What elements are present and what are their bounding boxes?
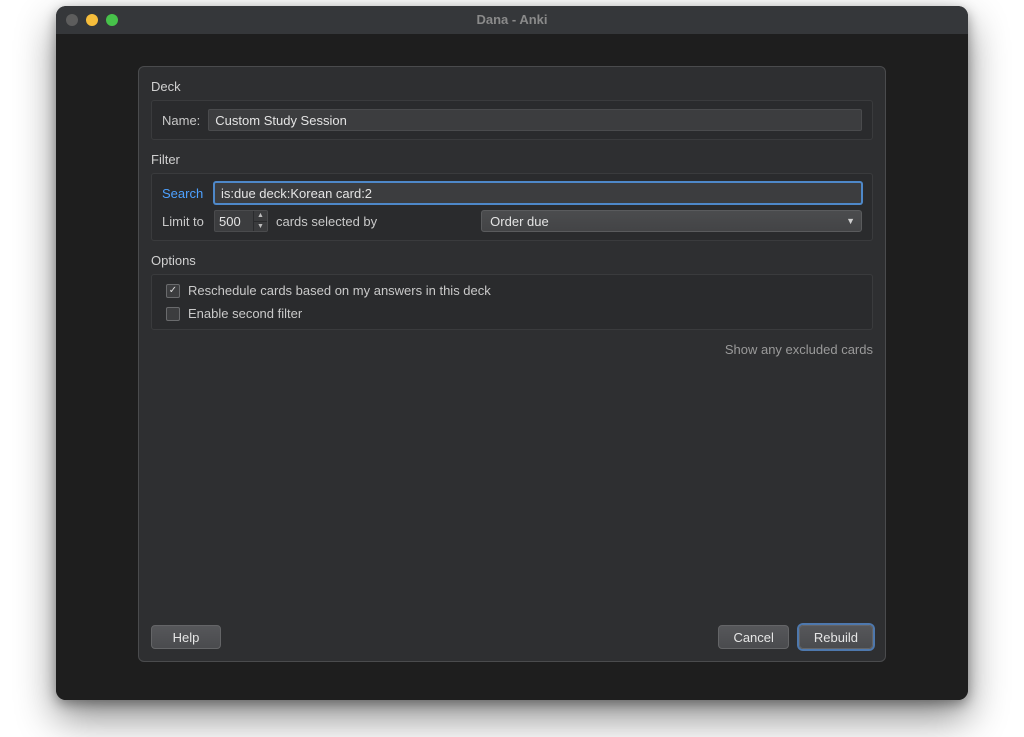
reschedule-checkbox[interactable]: ✓: [166, 284, 180, 298]
filter-group: Search Limit to ▲ ▼ cards selected by: [151, 173, 873, 241]
cancel-button[interactable]: Cancel: [718, 625, 788, 649]
limit-label: Limit to: [162, 214, 206, 229]
stepper-up-icon[interactable]: ▲: [254, 211, 267, 222]
order-select[interactable]: Order due ▼: [481, 210, 862, 232]
filtered-deck-dialog: Deck Name: Filter Search Limit to: [138, 66, 886, 662]
stepper-down-icon[interactable]: ▼: [254, 222, 267, 232]
selected-by-label: cards selected by: [276, 214, 377, 229]
limit-spinbox[interactable]: ▲ ▼: [214, 210, 268, 232]
search-input[interactable]: [214, 182, 862, 204]
app-window: Dana - Anki Deck Name: Filter Search: [56, 6, 968, 700]
show-excluded-link[interactable]: Show any excluded cards: [725, 342, 873, 357]
reschedule-row[interactable]: ✓ Reschedule cards based on my answers i…: [162, 283, 862, 298]
deck-name-input[interactable]: [208, 109, 862, 131]
dialog-footer: Help Cancel Rebuild: [139, 615, 885, 661]
second-filter-row[interactable]: Enable second filter: [162, 306, 862, 321]
rebuild-button[interactable]: Rebuild: [799, 625, 873, 649]
chevron-down-icon: ▼: [846, 216, 855, 226]
help-button[interactable]: Help: [151, 625, 221, 649]
search-label: Search: [162, 186, 206, 201]
second-filter-checkbox[interactable]: [166, 307, 180, 321]
limit-input[interactable]: [215, 211, 253, 231]
second-filter-label: Enable second filter: [188, 306, 302, 321]
reschedule-label: Reschedule cards based on my answers in …: [188, 283, 491, 298]
limit-steppers[interactable]: ▲ ▼: [253, 211, 267, 231]
name-label: Name:: [162, 113, 200, 128]
dialog-content: Deck Name: Filter Search Limit to: [139, 67, 885, 615]
order-select-value: Order due: [490, 214, 549, 229]
deck-section-label: Deck: [151, 79, 873, 94]
window-title: Dana - Anki: [56, 12, 968, 27]
filter-section-label: Filter: [151, 152, 873, 167]
options-group: ✓ Reschedule cards based on my answers i…: [151, 274, 873, 330]
deck-group: Name:: [151, 100, 873, 140]
window-body: Deck Name: Filter Search Limit to: [56, 34, 968, 700]
show-excluded-row: Show any excluded cards: [151, 342, 873, 357]
titlebar: Dana - Anki: [56, 6, 968, 34]
options-section-label: Options: [151, 253, 873, 268]
